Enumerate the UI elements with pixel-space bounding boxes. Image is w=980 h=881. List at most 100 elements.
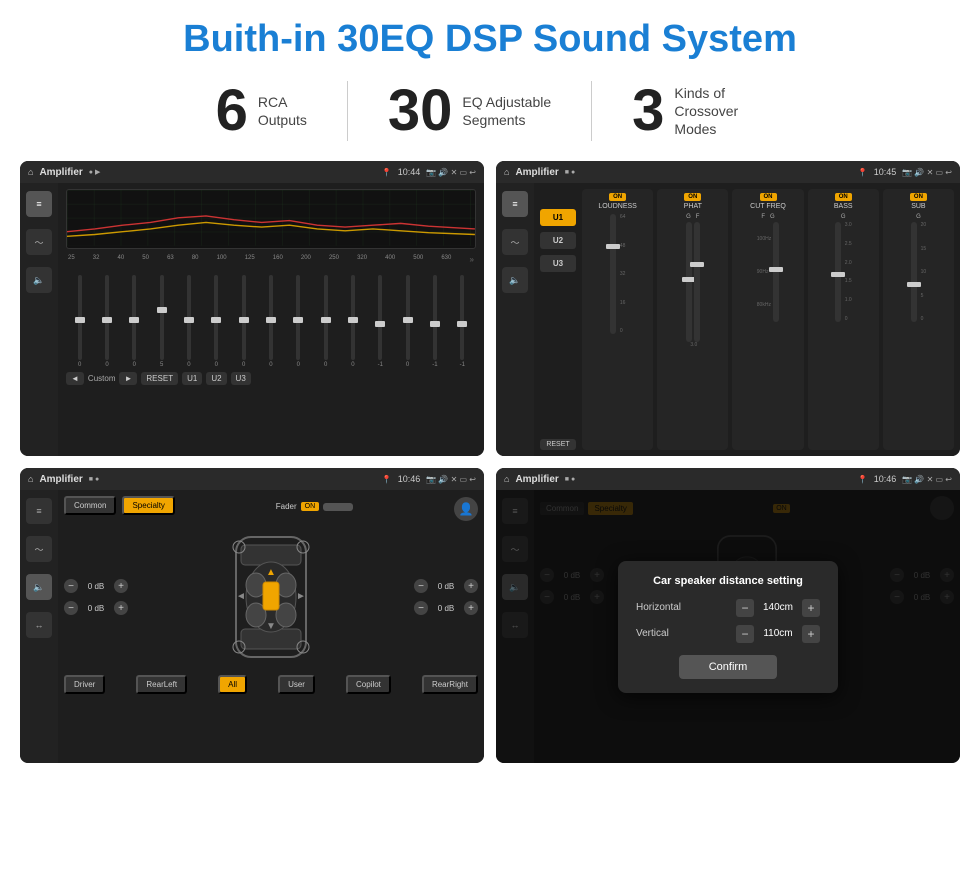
topbar-time-1: 10:44 [398, 167, 421, 177]
arrows-icon-3[interactable]: ↔ [26, 612, 52, 638]
dialog-val-horizontal: 140cm [758, 602, 798, 613]
eq-slider-6[interactable]: 0 [205, 275, 228, 368]
btn-copilot[interactable]: Copilot [346, 675, 391, 694]
eq-slider-12[interactable]: -1 [369, 275, 392, 368]
home-icon-3[interactable]: ⌂ [28, 474, 33, 484]
tab-common[interactable]: Common [64, 496, 116, 515]
home-icon-4[interactable]: ⌂ [504, 474, 509, 484]
eq-slider-3[interactable]: 0 [123, 275, 146, 368]
eq-prev-btn[interactable]: ◄ [66, 372, 84, 385]
eq-slider-15[interactable]: -1 [451, 275, 474, 368]
dialog-box: Car speaker distance setting Horizontal … [618, 561, 838, 693]
sub-label: SUB [911, 203, 925, 210]
preset-u2[interactable]: U2 [540, 232, 576, 249]
topbar-dots-1: ● ▶ [89, 168, 101, 176]
btn-driver[interactable]: Driver [64, 675, 105, 694]
dialog-input-horizontal: − 140cm + [736, 599, 820, 617]
topbar-title-1: Amplifier [39, 167, 82, 178]
loudness-slider[interactable] [610, 214, 616, 334]
eq-reset-btn[interactable]: RESET [141, 372, 178, 385]
eq-slider-13[interactable]: 0 [396, 275, 419, 368]
bass-slider[interactable] [835, 222, 841, 322]
speaker-icon[interactable]: 🔈 [26, 267, 52, 293]
phat-slider-g[interactable] [686, 222, 692, 342]
wave-icon-2[interactable]: 〜 [502, 229, 528, 255]
dialog-plus-vertical[interactable]: + [802, 625, 820, 643]
amp-reset-btn[interactable]: RESET [540, 439, 576, 450]
svg-text:►: ► [296, 591, 306, 602]
home-icon-2[interactable]: ⌂ [504, 167, 509, 177]
btn-all[interactable]: All [218, 675, 247, 694]
db-val-1: 0 dB [81, 582, 111, 591]
sub-slider[interactable] [911, 222, 917, 322]
stat-number-crossover: 3 [632, 82, 664, 140]
dialog-minus-vertical[interactable]: − [736, 625, 754, 643]
dialog-row-vertical: Vertical − 110cm + [636, 625, 820, 643]
dialog-plus-horizontal[interactable]: + [802, 599, 820, 617]
btn-rearleft[interactable]: RearLeft [136, 675, 187, 694]
eq-slider-14[interactable]: -1 [423, 275, 446, 368]
fader-slider[interactable] [323, 503, 353, 511]
preset-u1[interactable]: U1 [540, 209, 576, 226]
screen-amp: ⌂ Amplifier ■ ● 📍 10:45 📷 🔊 ✕ ▭ ↩ ≡ 〜 🔈 … [496, 161, 960, 456]
tab-specialty[interactable]: Specialty [122, 496, 174, 515]
cutfreq-slider[interactable] [773, 222, 779, 322]
eq-slider-4[interactable]: 5 [150, 275, 173, 368]
db-ctrl-2: − 0 dB + [64, 601, 128, 615]
eq-slider-2[interactable]: 0 [95, 275, 118, 368]
eq-icon-3[interactable]: ≡ [26, 498, 52, 524]
eq-slider-11[interactable]: 0 [341, 275, 364, 368]
dialog-title: Car speaker distance setting [636, 575, 820, 587]
speaker-main: − 0 dB + − 0 dB + [64, 527, 478, 667]
eq-slider-9[interactable]: 0 [287, 275, 310, 368]
db-val-4: 0 dB [431, 604, 461, 613]
wave-icon[interactable]: 〜 [26, 229, 52, 255]
stat-eq: 30 EQ AdjustableSegments [348, 82, 591, 140]
phat-on: ON [684, 193, 701, 201]
eq-u3-btn[interactable]: U3 [231, 372, 251, 385]
topbar-time-2: 10:45 [874, 167, 897, 177]
db-plus-4[interactable]: + [464, 601, 478, 615]
dialog-minus-horizontal[interactable]: − [736, 599, 754, 617]
dialog-input-vertical: − 110cm + [736, 625, 820, 643]
btn-user[interactable]: User [278, 675, 315, 694]
channel-sub: ON SUB G 20151050 [883, 189, 954, 450]
dialog-row-horizontal: Horizontal − 140cm + [636, 599, 820, 617]
db-plus-1[interactable]: + [114, 579, 128, 593]
eq-sliders: 0 0 0 5 0 [66, 268, 476, 368]
btn-rearright[interactable]: RearRight [422, 675, 478, 694]
db-ctrl-4: − 0 dB + [414, 601, 478, 615]
db-plus-2[interactable]: + [114, 601, 128, 615]
fader-on-badge: ON [301, 502, 320, 511]
eq-slider-10[interactable]: 0 [314, 275, 337, 368]
confirm-button[interactable]: Confirm [679, 655, 778, 679]
wave-icon-3[interactable]: 〜 [26, 536, 52, 562]
eq-next-btn[interactable]: ► [119, 372, 137, 385]
eq-slider-1[interactable]: 0 [68, 275, 91, 368]
fader-section: Fader ON [276, 502, 353, 511]
eq-icon[interactable]: ≡ [26, 191, 52, 217]
db-minus-1[interactable]: − [64, 579, 78, 593]
eq-icon-2[interactable]: ≡ [502, 191, 528, 217]
user-icon[interactable]: 👤 [454, 497, 478, 521]
eq-slider-8[interactable]: 0 [259, 275, 282, 368]
eq-u2-btn[interactable]: U2 [206, 372, 226, 385]
db-minus-2[interactable]: − [64, 601, 78, 615]
eq-bottom-bar: ◄ Custom ► RESET U1 U2 U3 [66, 372, 476, 385]
dialog-val-vertical: 110cm [758, 628, 798, 639]
phat-slider-f[interactable] [694, 222, 700, 342]
speaker-icon-3[interactable]: 🔈 [26, 574, 52, 600]
screen-dialog: ⌂ Amplifier ■ ● 📍 10:46 📷 🔊 ✕ ▭ ↩ ≡ 〜 🔈 … [496, 468, 960, 763]
db-ctrl-3: − 0 dB + [414, 579, 478, 593]
topbar-title-4: Amplifier [515, 474, 558, 485]
preset-u3[interactable]: U3 [540, 255, 576, 272]
db-minus-3[interactable]: − [414, 579, 428, 593]
home-icon-1[interactable]: ⌂ [28, 167, 33, 177]
eq-u1-btn[interactable]: U1 [182, 372, 202, 385]
db-minus-4[interactable]: − [414, 601, 428, 615]
stat-label-crossover: Kinds ofCrossover Modes [674, 84, 764, 139]
db-plus-3[interactable]: + [464, 579, 478, 593]
eq-slider-7[interactable]: 0 [232, 275, 255, 368]
eq-slider-5[interactable]: 0 [177, 275, 200, 368]
speaker-icon-2[interactable]: 🔈 [502, 267, 528, 293]
